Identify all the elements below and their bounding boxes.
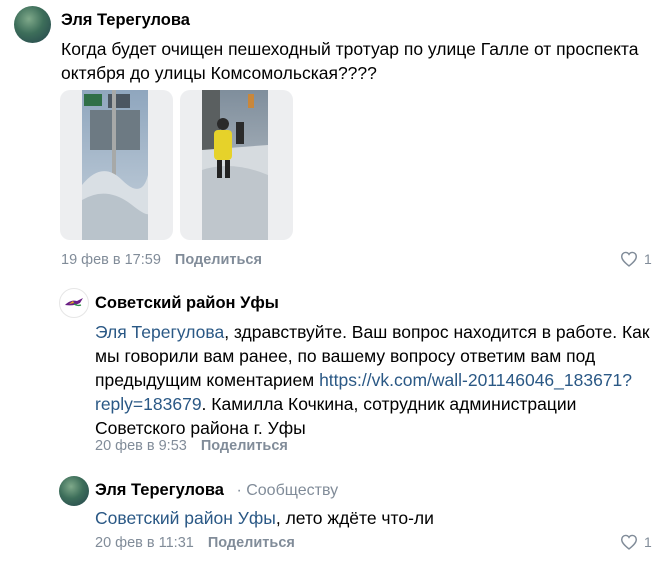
pedestrian-yellow-coat-photo [202, 90, 268, 240]
post-photo-2[interactable] [180, 90, 293, 240]
reply-author-avatar[interactable] [59, 476, 89, 506]
share-button[interactable]: Поделиться [175, 252, 262, 268]
reply-text: Советский район Уфы, лето ждёте что-ли [95, 506, 661, 530]
reply-date[interactable]: 20 фев в 11:31 [95, 535, 194, 551]
like-count: 1 [644, 534, 652, 550]
reply-author-name[interactable]: Эля Терегулова [95, 481, 224, 499]
reply-date[interactable]: 20 фев в 9:53 [95, 438, 187, 454]
like-button[interactable]: 1 [620, 251, 652, 267]
reply-text-part: , лето ждёте что-ли [275, 508, 434, 528]
org-avatar[interactable] [59, 288, 89, 318]
reply-meta: 20 фев в 11:31 Поделиться [95, 535, 295, 551]
post-text: Когда будет очищен пешеходный тротуар по… [61, 39, 639, 83]
share-button[interactable]: Поделиться [208, 535, 295, 551]
mention-link[interactable]: Эля Терегулова [95, 322, 224, 342]
mention-link[interactable]: Советский район Уфы [95, 508, 276, 528]
post-meta: 19 фев в 17:59 Поделиться [61, 252, 262, 268]
reply-meta: 20 фев в 9:53 Поделиться [95, 438, 288, 454]
reply-context: · Сообществу [236, 482, 339, 499]
like-count: 1 [644, 251, 652, 267]
post-date[interactable]: 19 фев в 17:59 [61, 252, 161, 268]
post-photo-1[interactable] [60, 90, 173, 240]
post-author-name[interactable]: Эля Терегулова [61, 11, 190, 30]
street-snow-photo [82, 90, 148, 240]
like-button[interactable]: 1 [620, 534, 652, 550]
heart-icon [620, 251, 638, 267]
reply-header: Эля Терегулова · Сообществу [95, 481, 338, 500]
share-button[interactable]: Поделиться [201, 438, 288, 454]
author-avatar[interactable] [14, 6, 51, 43]
org-logo-icon [65, 298, 83, 307]
reply-text: Эля Терегулова, здравствуйте. Ваш вопрос… [95, 320, 661, 440]
heart-icon [620, 534, 638, 550]
reply-author-name[interactable]: Советский район Уфы [95, 294, 279, 313]
